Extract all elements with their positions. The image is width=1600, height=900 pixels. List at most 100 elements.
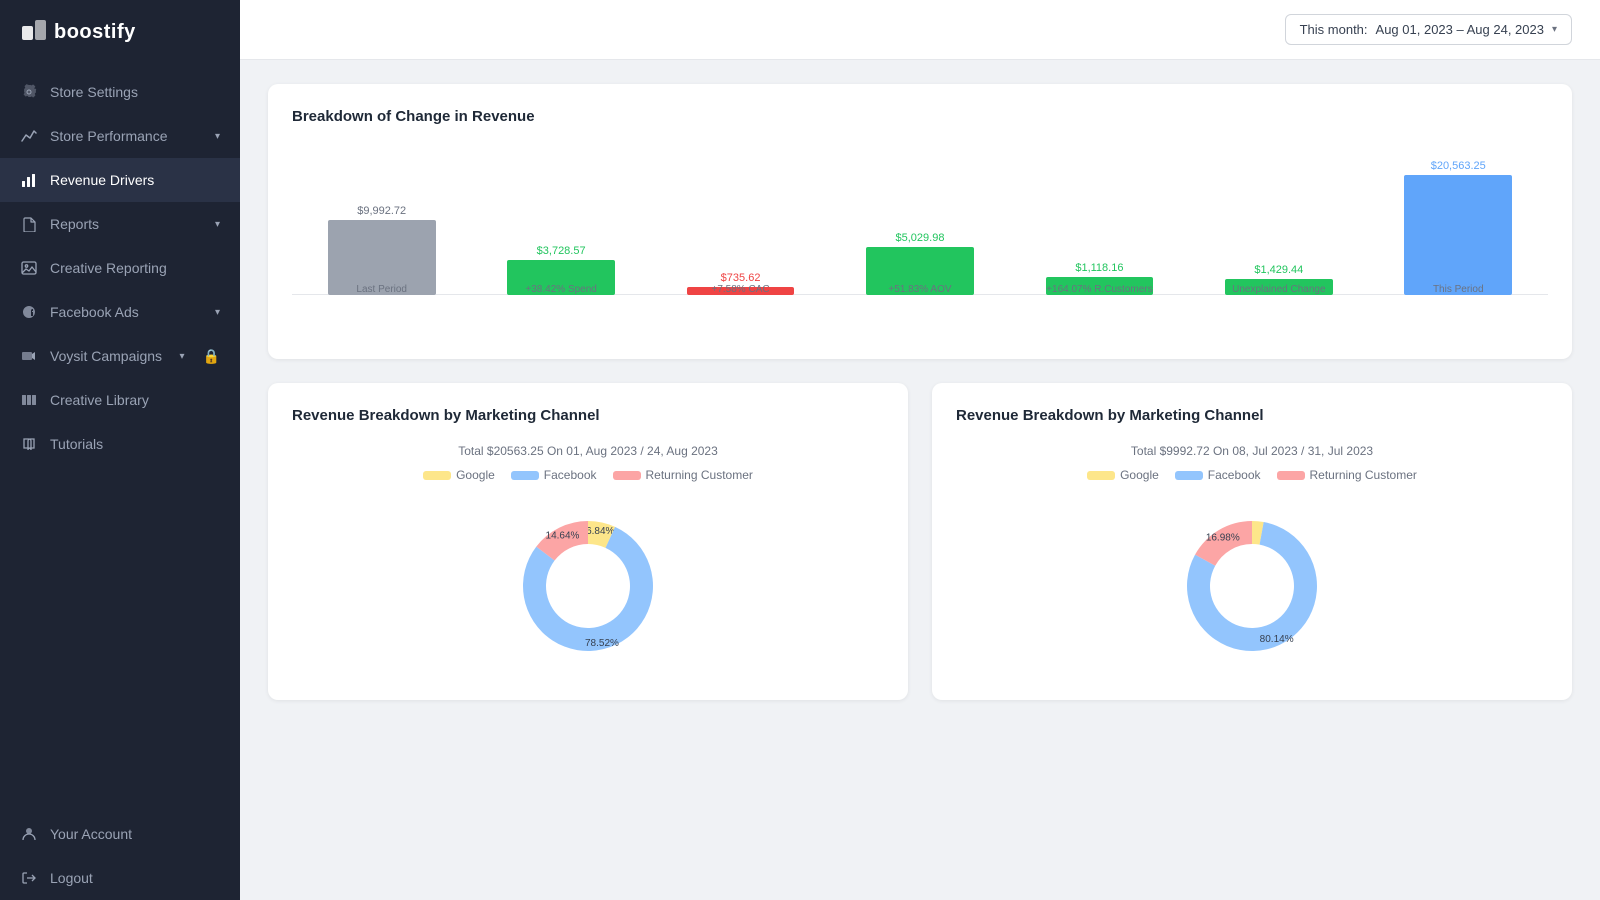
sidebar-item-tutorials[interactable]: Tutorials [0, 422, 240, 466]
waterfall-card: Breakdown of Change in Revenue $9,992.72… [268, 84, 1572, 359]
waterfall-value-cac: $735.62 [721, 272, 761, 284]
sidebar-label-facebook-ads: Facebook Ads [50, 304, 139, 320]
waterfall-value-last-period: $9,992.72 [357, 205, 406, 217]
donut-label-returning-customer: 16.98% [1206, 532, 1240, 543]
waterfall-label-r-customers: +164.07% R.Customers [1010, 284, 1189, 295]
facebook-icon [20, 303, 38, 321]
chevron-down-icon: ▾ [215, 307, 220, 318]
sidebar-label-your-account: Your Account [50, 826, 132, 842]
waterfall-col-r-customers: $1,118.16+164.07% R.Customers [1010, 155, 1189, 295]
sidebar-item-logout[interactable]: Logout [0, 856, 240, 900]
waterfall-label-last-period: Last Period [292, 284, 471, 295]
sidebar-item-store-performance[interactable]: Store Performance ▾ [0, 114, 240, 158]
date-range-picker[interactable]: This month: Aug 01, 2023 – Aug 24, 2023 … [1285, 14, 1572, 45]
legend-item-facebook: Facebook [1175, 468, 1261, 482]
sidebar-item-creative-reporting[interactable]: Creative Reporting [0, 246, 240, 290]
sidebar-bottom: Your Account Logout [0, 812, 240, 900]
legend-item-returning-customer: Returning Customer [613, 468, 753, 482]
donut-right-card: Revenue Breakdown by Marketing Channel T… [932, 383, 1572, 700]
chevron-down-icon: ▾ [180, 351, 185, 362]
donut-left-card: Revenue Breakdown by Marketing Channel T… [268, 383, 908, 700]
donut-right-legend: Google Facebook Returning Customer [956, 468, 1548, 482]
legend-label: Facebook [1208, 468, 1261, 482]
date-range-label: This month: [1300, 22, 1368, 37]
chart-bar-icon [20, 171, 38, 189]
donut-label-google: 6.84% [586, 526, 614, 537]
donut-label-facebook: 80.14% [1260, 634, 1294, 645]
waterfall-label-unexplained: Unexplained Change [1189, 284, 1368, 295]
topbar: This month: Aug 01, 2023 – Aug 24, 2023 … [240, 0, 1600, 60]
waterfall-chart: $9,992.72 Last Period $3,728.57 +38.42% Spe… [292, 145, 1548, 335]
waterfall-col-spend: $3,728.57 +38.42% Spend [471, 155, 650, 295]
legend-color-swatch [1087, 471, 1115, 480]
waterfall-label-cac: +7.58% CAC [651, 284, 830, 295]
gear-icon [20, 83, 38, 101]
sidebar-item-facebook-ads[interactable]: Facebook Ads ▾ [0, 290, 240, 334]
waterfall-col-cac: $735.62+7.58% CAC [651, 155, 830, 295]
legend-color-swatch [423, 471, 451, 480]
waterfall-col-last-period: $9,992.72 Last Period [292, 155, 471, 295]
brand-name: boostify [54, 21, 136, 44]
sidebar-item-reports[interactable]: Reports ▾ [0, 202, 240, 246]
campaign-icon [20, 347, 38, 365]
brand-logo[interactable]: boostify [0, 0, 240, 70]
legend-label: Facebook [544, 468, 597, 482]
lock-icon: 🔒 [203, 348, 220, 365]
sidebar: boostify Store Settings Store Performanc… [0, 0, 240, 900]
image-icon [20, 259, 38, 277]
chevron-down-icon: ▾ [215, 131, 220, 142]
donut-left-wrapper: 6.84% 78.52% 14.64% [292, 496, 884, 676]
sidebar-label-creative-reporting: Creative Reporting [50, 260, 167, 276]
legend-label: Returning Customer [1310, 468, 1417, 482]
library-icon [20, 391, 38, 409]
donut-label-facebook: 78.52% [585, 638, 619, 649]
sidebar-item-voysit-campaigns[interactable]: Voysit Campaigns ▾ 🔒 [0, 334, 240, 378]
sidebar-item-your-account[interactable]: Your Account [0, 812, 240, 856]
waterfall-col-unexplained: $1,429.44 Unexplained Change [1189, 155, 1368, 295]
date-range-value: Aug 01, 2023 – Aug 24, 2023 [1376, 22, 1544, 37]
donut-left-legend: Google Facebook Returning Customer [292, 468, 884, 482]
legend-color-swatch [1277, 471, 1305, 480]
waterfall-value-this-period: $20,563.25 [1431, 160, 1486, 172]
waterfall-bar-this-period [1404, 175, 1512, 295]
legend-item-facebook: Facebook [511, 468, 597, 482]
sidebar-label-logout: Logout [50, 870, 93, 886]
sidebar-label-store-performance: Store Performance [50, 128, 168, 144]
sidebar-label-reports: Reports [50, 216, 99, 232]
file-icon [20, 215, 38, 233]
waterfall-value-aov: $5,029.98 [896, 232, 945, 244]
page-content: Breakdown of Change in Revenue $9,992.72… [240, 60, 1600, 724]
legend-item-returning-customer: Returning Customer [1277, 468, 1417, 482]
legend-label: Google [1120, 468, 1159, 482]
legend-color-swatch [1175, 471, 1203, 480]
waterfall-col-this-period: $20,563.25 This Period [1369, 155, 1548, 295]
chart-line-icon [20, 127, 38, 145]
legend-color-swatch [613, 471, 641, 480]
waterfall-title: Breakdown of Change in Revenue [292, 108, 1548, 125]
sidebar-item-store-settings[interactable]: Store Settings [0, 70, 240, 114]
waterfall-label-this-period: This Period [1369, 284, 1548, 295]
logout-icon [20, 869, 38, 887]
legend-item-google: Google [423, 468, 495, 482]
legend-label: Returning Customer [646, 468, 753, 482]
legend-color-swatch [511, 471, 539, 480]
book-icon [20, 435, 38, 453]
sidebar-label-revenue-drivers: Revenue Drivers [50, 172, 154, 188]
nav-menu: Store Settings Store Performance ▾ Reven… [0, 70, 240, 900]
chevron-down-icon: ▾ [1552, 24, 1557, 35]
donut-right-title: Revenue Breakdown by Marketing Channel [956, 407, 1548, 424]
donut-right-wrapper: 80.14% 16.98% [956, 496, 1548, 676]
sidebar-item-revenue-drivers[interactable]: Revenue Drivers [0, 158, 240, 202]
legend-item-google: Google [1087, 468, 1159, 482]
waterfall-value-spend: $3,728.57 [537, 245, 586, 257]
sidebar-label-store-settings: Store Settings [50, 84, 138, 100]
donut-left-subtitle: Total $20563.25 On 01, Aug 2023 / 24, Au… [292, 444, 884, 458]
main-content: This month: Aug 01, 2023 – Aug 24, 2023 … [240, 0, 1600, 900]
donut-charts-row: Revenue Breakdown by Marketing Channel T… [268, 383, 1572, 700]
waterfall-label-spend: +38.42% Spend [471, 284, 650, 295]
waterfall-value-unexplained: $1,429.44 [1254, 264, 1303, 276]
donut-label-returning-customer: 14.64% [546, 530, 580, 541]
donut-left-title: Revenue Breakdown by Marketing Channel [292, 407, 884, 424]
legend-label: Google [456, 468, 495, 482]
sidebar-item-creative-library[interactable]: Creative Library [0, 378, 240, 422]
